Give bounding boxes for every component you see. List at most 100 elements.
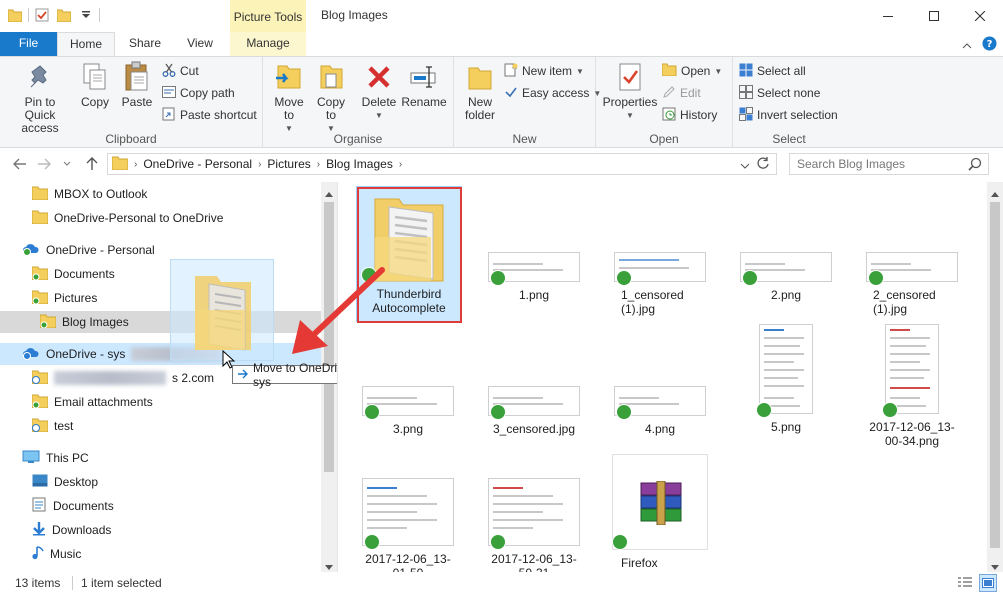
paste-shortcut-button[interactable]: Paste shortcut [162,105,257,125]
copy-to-button[interactable]: Copy to ▼ [311,61,351,135]
select-group-label: Select [772,132,806,146]
easy-access-dropdown[interactable]: Easy access ▼ [504,83,601,103]
move-to-button[interactable]: Move to ▼ [269,61,309,135]
file-item-3-censored[interactable]: 3_censored.jpg [482,386,586,436]
select-none-button[interactable]: Select none [739,83,820,103]
select-all-icon [739,63,753,80]
properties-label: Properties [602,95,658,109]
scrollbar-thumb[interactable] [990,202,1000,548]
sync-status-icon [364,534,380,550]
file-item-2-censored[interactable]: 2_censored (1).jpg [860,252,964,316]
new-folder-qat-button[interactable] [55,6,73,24]
help-icon[interactable]: ? [982,36,997,54]
paste-button[interactable]: Paste [118,61,156,109]
file-list-scrollbar[interactable] [987,182,1003,572]
tab-home[interactable]: Home [57,32,115,56]
nav-item-label: Desktop [54,475,99,489]
paste-shortcut-label: Paste shortcut [180,108,257,122]
cut-button[interactable]: Cut [162,61,199,81]
nav-item-label: MBOX to Outlook [54,187,148,201]
nav-item-email-attachments[interactable]: Email attachments [31,391,153,413]
file-item-firefox[interactable]: Firefox [608,454,712,570]
file-item-2-png[interactable]: 2.png [734,252,838,302]
open-group: Properties ▼ Open ▼ Edit History Open [596,57,733,149]
nav-item-downloads[interactable]: Downloads [32,519,111,541]
file-item-2017-12-06-13-01-50[interactable]: 2017-12-06_13-01-50 [356,478,460,580]
invert-selection-button[interactable]: Invert selection [739,105,838,125]
new-folder-button[interactable]: New folder [460,61,500,122]
history-button[interactable]: History [662,105,717,125]
nav-item-this-pc[interactable]: This PC [22,447,89,469]
file-item-label: 5.png [770,420,802,434]
tab-share[interactable]: Share [119,32,171,56]
maximize-button[interactable] [911,0,957,32]
file-item-5-png[interactable]: 5.png [734,324,838,434]
cloud-sync-icon [22,346,40,363]
copy-button[interactable]: Copy [76,61,114,109]
file-item-4-png[interactable]: 4.png [608,386,712,436]
up-button[interactable] [82,154,102,174]
properties-qat-button[interactable] [33,6,51,24]
breadcrumb-onedrive-personal[interactable]: OneDrive - Personal [143,157,252,171]
sync-status-icon [756,402,772,418]
sync-status-icon [616,404,632,420]
back-button[interactable] [10,154,30,174]
nav-item-pc-documents[interactable]: Documents [32,495,114,517]
file-item-1-png[interactable]: 1.png [482,252,586,302]
close-button[interactable] [957,0,1003,32]
minimize-button[interactable] [865,0,911,32]
file-item-3-png[interactable]: 3.png [356,386,460,436]
file-item-2017-12-06-13-50-31[interactable]: 2017-12-06_13-50-31 [482,478,586,580]
file-item-label: 3_censored.jpg [492,422,576,436]
details-view-icon[interactable] [957,576,973,593]
ribbon-tabs: File Home Share View Manage [0,32,1003,56]
new-item-dropdown[interactable]: New item ▼ [504,61,584,81]
easy-access-label: Easy access [522,86,590,100]
image-thumbnail [885,324,939,414]
properties-button[interactable]: Properties ▼ [602,61,658,122]
large-icons-view-icon[interactable] [979,574,997,592]
refresh-icon[interactable] [756,156,770,173]
nav-item-documents[interactable]: Documents [31,263,115,285]
new-item-label: New item [522,64,573,78]
rename-button[interactable]: Rename [401,61,447,109]
pin-to-quick-access-button[interactable]: Pin to Quick access [4,61,76,135]
forward-button[interactable] [34,154,54,174]
search-input[interactable]: Search Blog Images [789,153,989,175]
tab-file[interactable]: File [0,32,57,56]
nav-item-desktop[interactable]: Desktop [32,471,98,493]
select-all-button[interactable]: Select all [739,61,806,81]
sync-status-icon [882,402,898,418]
delete-button[interactable]: Delete ▼ [359,61,399,122]
breadcrumb-pictures[interactable]: Pictures [267,157,310,171]
customize-qat-dropdown[interactable] [77,6,95,24]
nav-item-pictures[interactable]: Pictures [31,287,97,309]
nav-item-mbox-to-outlook[interactable]: MBOX to Outlook [31,183,148,205]
file-item-2017-12-06-13-00-34[interactable]: 2017-12-06_13-00-34.png [860,324,964,448]
nav-item-onedrive-personal[interactable]: OneDrive - Personal [22,239,155,261]
rename-icon [408,61,440,93]
nav-item-label: Documents [54,267,115,281]
nav-item-label: Email attachments [54,395,153,409]
nav-item-shared-domain[interactable]: s 2.com [31,367,214,389]
file-item-1-censored[interactable]: 1_censored (1).jpg [608,252,712,316]
scroll-up-icon[interactable] [991,186,999,200]
folder-synced-icon [31,394,49,411]
tab-manage[interactable]: Manage [230,32,306,56]
address-bar[interactable]: › OneDrive - Personal › Pictures › Blog … [107,153,777,175]
file-item-label: 3.png [392,422,424,436]
breadcrumb-blog-images[interactable]: Blog Images [326,157,393,171]
nav-item-onedrive-personal-to-onedrive[interactable]: OneDrive-Personal to OneDrive [31,207,223,229]
tab-view[interactable]: View [176,32,224,56]
recent-locations-dropdown[interactable] [60,154,74,174]
address-history-dropdown[interactable] [740,158,750,172]
nav-item-test[interactable]: test [31,415,73,437]
scroll-up-icon[interactable] [325,186,333,200]
sync-status-icon [490,534,506,550]
open-dropdown[interactable]: Open ▼ [661,61,722,81]
edit-button[interactable]: Edit [662,83,701,103]
nav-item-music[interactable]: Music [32,543,81,565]
collapse-ribbon-icon[interactable] [962,38,972,52]
copy-path-button[interactable]: Copy path [162,83,235,103]
history-label: History [680,108,718,122]
